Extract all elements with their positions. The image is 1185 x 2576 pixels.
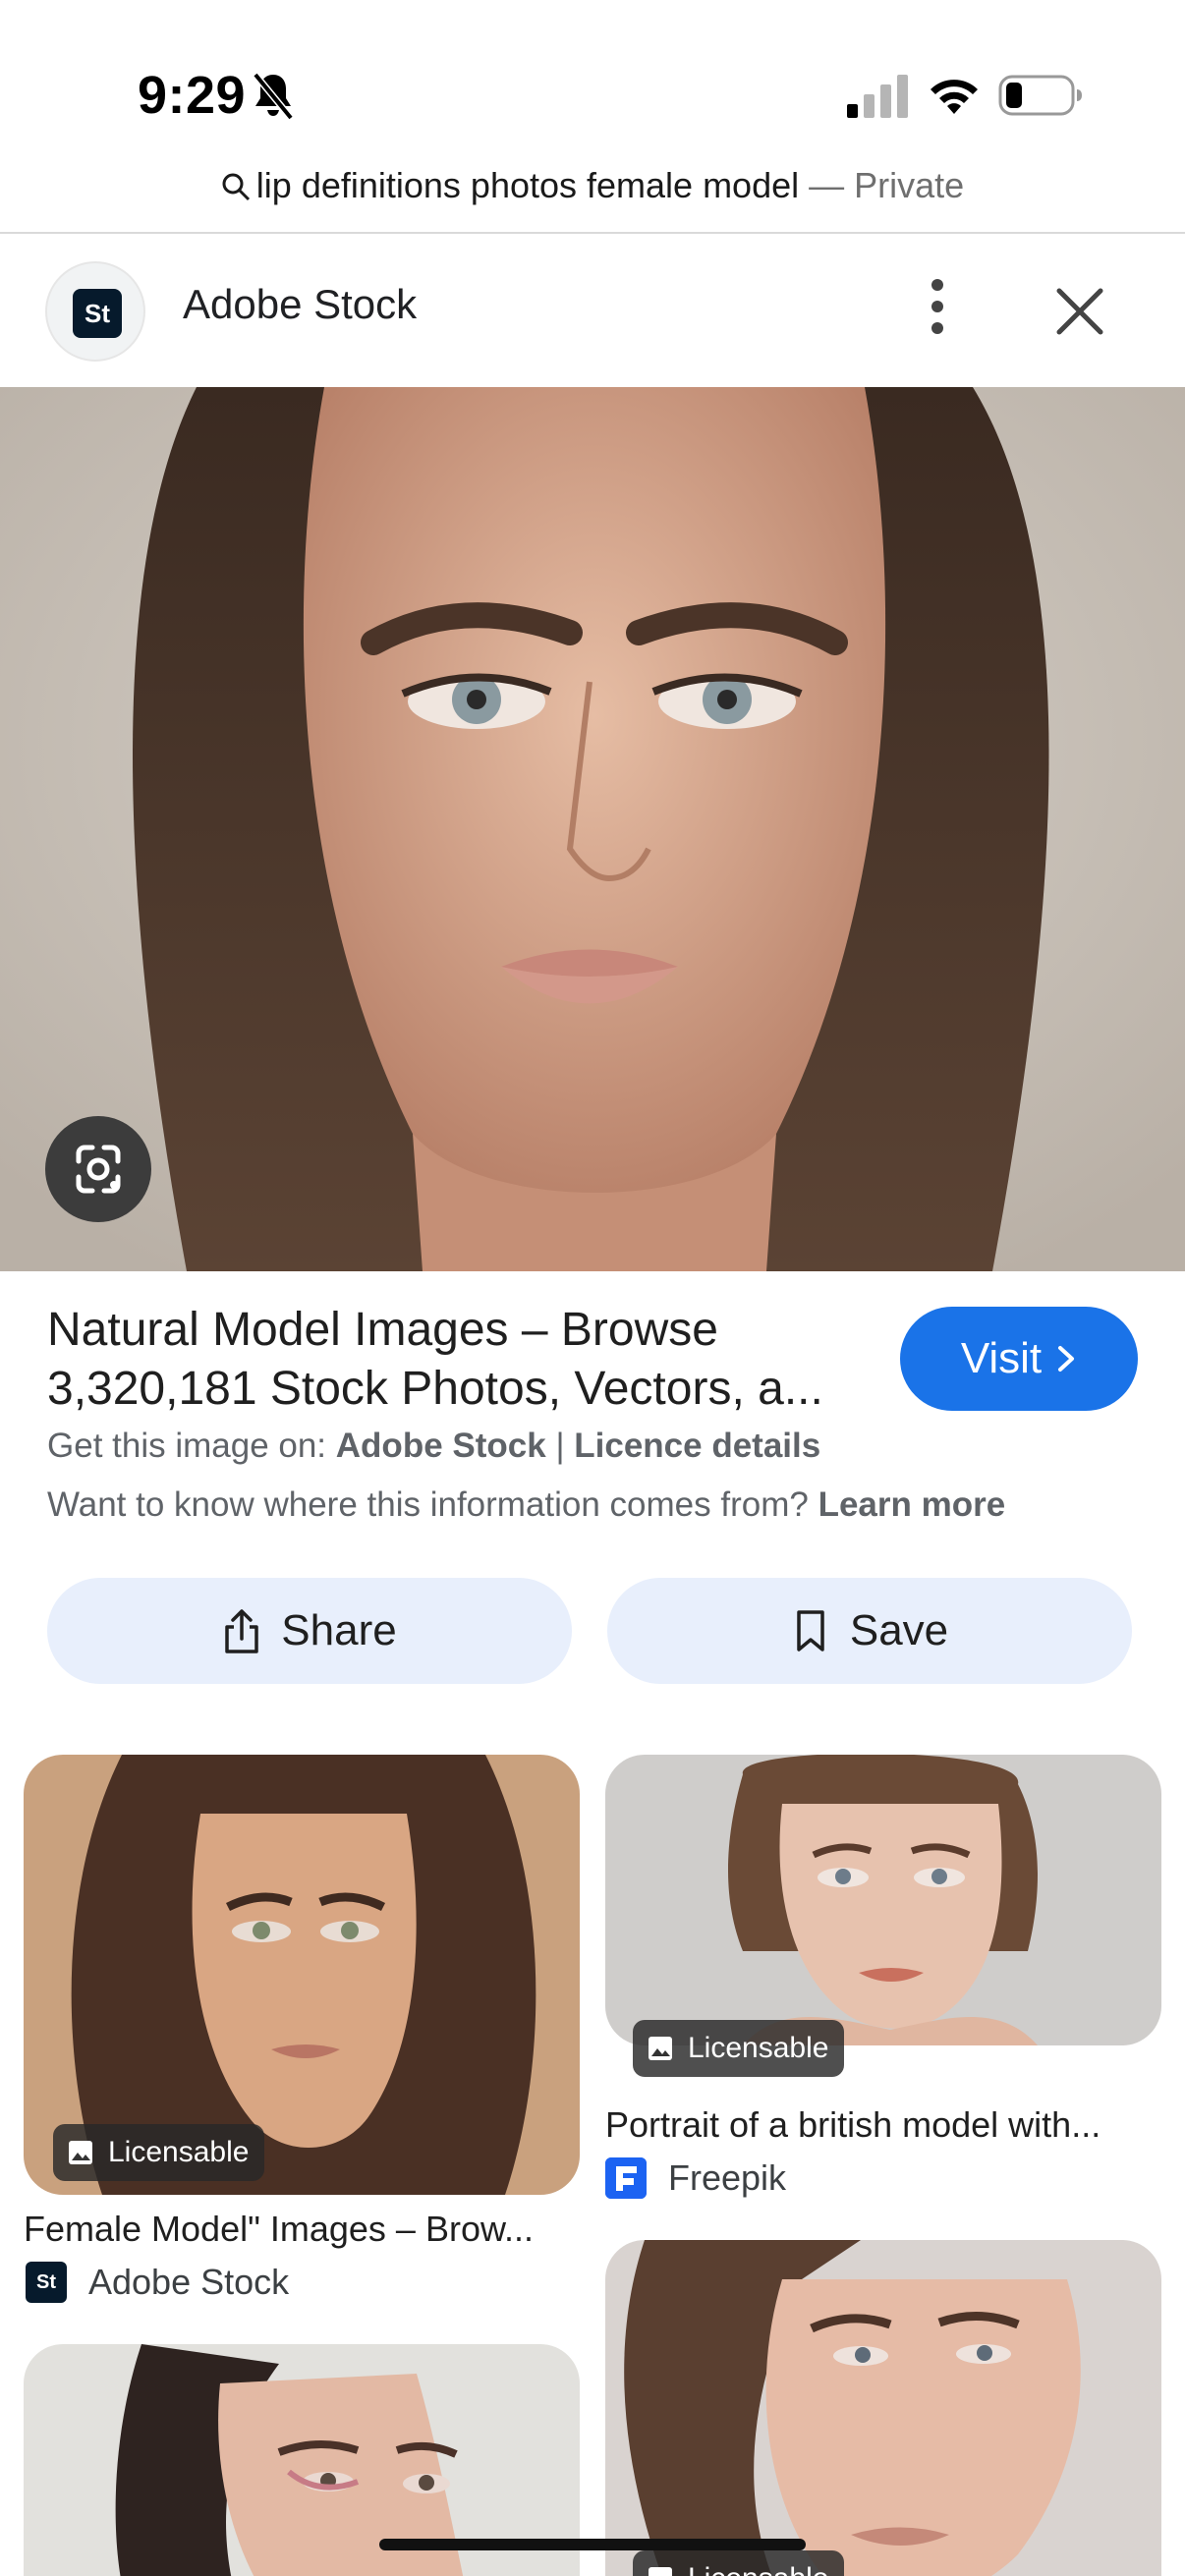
- more-vert-icon[interactable]: [914, 269, 961, 344]
- close-icon[interactable]: [1045, 277, 1114, 346]
- visit-button[interactable]: Visit: [900, 1307, 1138, 1411]
- source-header: St Adobe Stock: [0, 234, 1185, 387]
- share-icon: [225, 1609, 259, 1653]
- freepik-logo: [605, 2157, 647, 2199]
- info-source-line: Want to know where this information come…: [47, 1485, 1005, 1525]
- google-lens-button[interactable]: [45, 1116, 151, 1222]
- image-icon: [649, 2037, 672, 2060]
- grid-image-2[interactable]: [605, 1755, 1161, 2045]
- grid-title-1[interactable]: Female Model" Images – Brow...: [24, 2209, 580, 2250]
- grid-title-2[interactable]: Portrait of a british model with...: [605, 2104, 1161, 2146]
- search-icon: [222, 173, 250, 201]
- model-portrait: [0, 387, 1185, 1271]
- home-indicator[interactable]: [379, 2539, 806, 2550]
- bell-slash-icon: [253, 72, 294, 121]
- adobe-stock-logo-mark: St: [73, 289, 122, 338]
- battery-icon: [998, 75, 1082, 116]
- status-time: 9:29: [138, 66, 247, 125]
- licence-details-link[interactable]: Licence details: [574, 1427, 820, 1465]
- save-button[interactable]: Save: [607, 1578, 1132, 1684]
- bookmark-icon: [797, 1610, 824, 1652]
- learn-more-link[interactable]: Learn more: [818, 1485, 1006, 1524]
- grid-photo-4: [605, 2240, 1161, 2576]
- badge-label: Licensable: [688, 2032, 829, 2064]
- image-icon: [649, 2567, 672, 2576]
- share-button[interactable]: Share: [47, 1578, 572, 1684]
- adobe-stock-logo: St: [26, 2262, 67, 2303]
- freepik-logo-mark: [605, 2157, 647, 2199]
- licensable-badge: Licensable: [53, 2124, 265, 2181]
- info-source-text: Want to know where this information come…: [47, 1485, 809, 1524]
- chevron-right-icon: [1058, 1346, 1075, 1372]
- visit-label: Visit: [960, 1334, 1043, 1382]
- cellular-icon: [847, 75, 908, 118]
- grid-image-4[interactable]: [605, 2240, 1161, 2576]
- private-label: — Private: [809, 165, 965, 205]
- address-bar[interactable]: lip definitions photos female model — Pr…: [0, 165, 1185, 234]
- share-label: Share: [281, 1606, 397, 1654]
- grid-source-1[interactable]: St Adobe Stock: [26, 2262, 289, 2303]
- source-name: Freepik: [668, 2157, 787, 2198]
- grid-source-2[interactable]: Freepik: [605, 2157, 786, 2199]
- separator: |: [555, 1427, 565, 1465]
- licensable-badge: Licensable: [633, 2550, 845, 2576]
- image-icon: [69, 2141, 92, 2164]
- get-image-line: Get this image on: Adobe Stock | Licence…: [47, 1427, 820, 1466]
- search-query: lip definitions photos female model: [255, 165, 800, 205]
- result-title[interactable]: Natural Model Images – Browse 3,320,181 …: [47, 1301, 853, 1419]
- save-label: Save: [849, 1606, 949, 1654]
- main-image[interactable]: [0, 387, 1185, 1271]
- badge-label: Licensable: [108, 2136, 250, 2168]
- get-image-prefix: Get this image on:: [47, 1427, 327, 1465]
- get-image-source-link[interactable]: Adobe Stock: [336, 1427, 546, 1465]
- google-lens-icon: [76, 1145, 121, 1194]
- source-title: Adobe Stock: [183, 281, 418, 327]
- badge-label: Licensable: [688, 2562, 828, 2576]
- grid-photo-2: [605, 1755, 1161, 2045]
- licensable-badge: Licensable: [633, 2020, 845, 2077]
- wifi-icon: [931, 80, 978, 114]
- adobe-stock-logo: St: [45, 261, 145, 362]
- status-bar: 9:29: [0, 0, 1185, 167]
- source-name: Adobe Stock: [88, 2262, 290, 2302]
